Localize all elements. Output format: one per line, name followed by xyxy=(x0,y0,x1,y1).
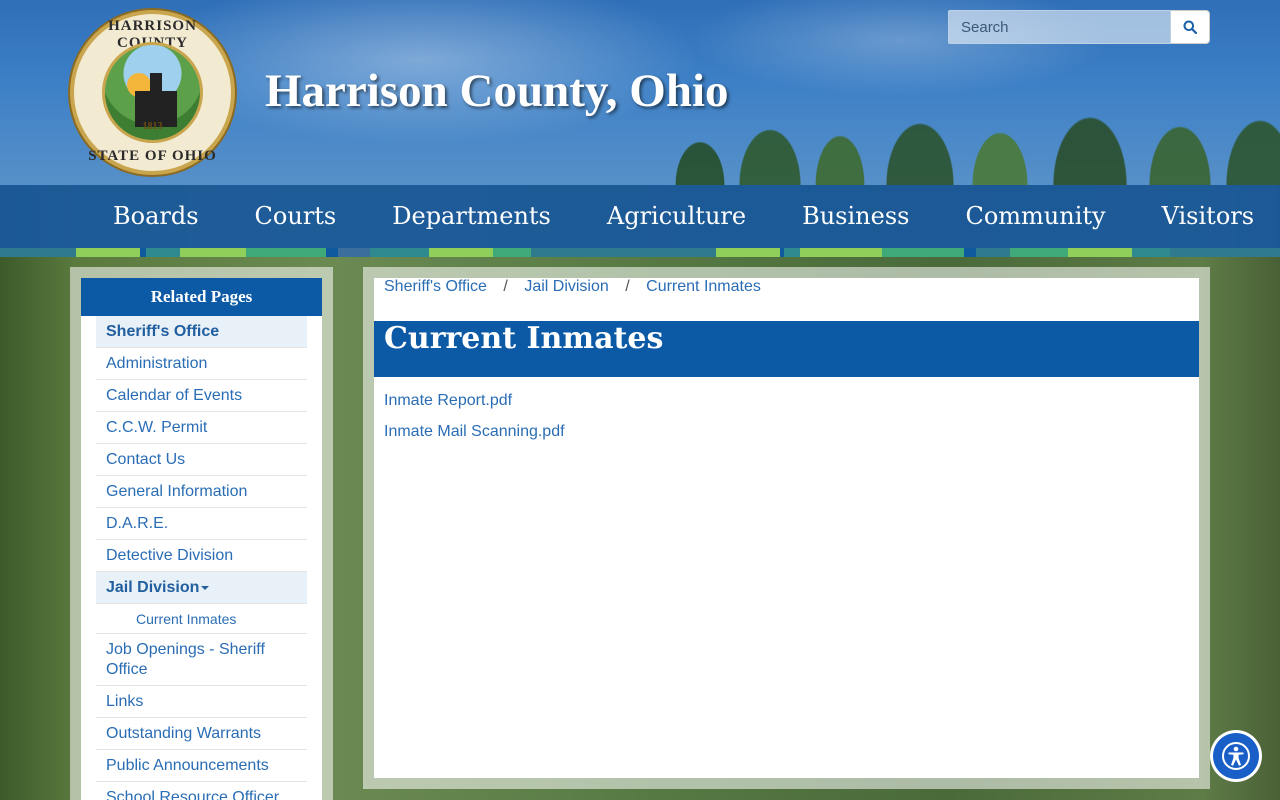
sidebar-item-links[interactable]: Links xyxy=(96,686,307,718)
sidebar-item-outstanding-warrants[interactable]: Outstanding Warrants xyxy=(96,718,307,750)
search-button[interactable] xyxy=(1171,10,1210,44)
search-icon xyxy=(1183,20,1197,34)
header-background-trees xyxy=(660,65,1280,185)
nav-item-boards[interactable]: Boards xyxy=(85,185,227,248)
accessibility-icon xyxy=(1222,742,1250,770)
sidebar-item-label: Jail Division xyxy=(106,579,200,596)
main-nav: Boards Courts Departments Agriculture Bu… xyxy=(0,185,1280,248)
sidebar-item-school-resource-officer[interactable]: School Resource Officer xyxy=(96,782,307,800)
nav-item-community[interactable]: Community xyxy=(937,185,1133,248)
sidebar-subitem-current-inmates[interactable]: Current Inmates xyxy=(96,604,307,634)
search-bar xyxy=(948,10,1210,44)
nav-item-visitors[interactable]: Visitors xyxy=(1134,185,1280,248)
breadcrumb-separator: / xyxy=(625,278,630,295)
main-content: Sheriff's Office / Jail Division / Curre… xyxy=(363,267,1210,789)
site-header: HARRISON COUNTY 1813 STATE OF OHIO Harri… xyxy=(0,0,1280,185)
sidebar-item-public-announcements[interactable]: Public Announcements xyxy=(96,750,307,782)
breadcrumb: Sheriff's Office / Jail Division / Curre… xyxy=(374,278,1199,321)
sidebar-item-job-openings[interactable]: Job Openings - Sheriff Office xyxy=(96,634,307,686)
accessibility-ring xyxy=(1213,733,1259,779)
document-link-inmate-mail-scanning[interactable]: Inmate Mail Scanning.pdf xyxy=(384,416,1189,447)
search-input[interactable] xyxy=(948,10,1171,44)
caret-down-icon xyxy=(201,585,210,590)
document-list: Inmate Report.pdf Inmate Mail Scanning.p… xyxy=(374,377,1199,455)
nav-item-departments[interactable]: Departments xyxy=(364,185,579,248)
sidebar-list: Sheriff's Office Administration Calendar… xyxy=(81,316,322,800)
nav-items: Boards Courts Departments Agriculture Bu… xyxy=(85,185,1280,248)
nav-item-agriculture[interactable]: Agriculture xyxy=(579,185,774,248)
sidebar-item-administration[interactable]: Administration xyxy=(96,348,307,380)
nav-item-courts[interactable]: Courts xyxy=(227,185,365,248)
site-title[interactable]: Harrison County, Ohio xyxy=(265,64,729,118)
sidebar-item-general-information[interactable]: General Information xyxy=(96,476,307,508)
seal-center-image: 1813 xyxy=(102,42,203,143)
sidebar-item-detective-division[interactable]: Detective Division xyxy=(96,540,307,572)
sidebar-item-ccw-permit[interactable]: C.C.W. Permit xyxy=(96,412,307,444)
nav-item-business[interactable]: Business xyxy=(774,185,937,248)
sidebar-item-sheriffs-office[interactable]: Sheriff's Office xyxy=(96,316,307,348)
content-panel: Sheriff's Office / Jail Division / Curre… xyxy=(374,278,1199,778)
sidebar: Related Pages Sheriff's Office Administr… xyxy=(70,267,333,800)
accessibility-button[interactable] xyxy=(1210,730,1262,782)
page-title: Current Inmates xyxy=(374,321,1199,377)
sidebar-item-calendar-of-events[interactable]: Calendar of Events xyxy=(96,380,307,412)
breadcrumb-sheriffs-office[interactable]: Sheriff's Office xyxy=(384,278,487,295)
document-link-inmate-report[interactable]: Inmate Report.pdf xyxy=(384,385,1189,416)
sidebar-heading: Related Pages xyxy=(81,278,322,316)
sidebar-panel: Related Pages Sheriff's Office Administr… xyxy=(81,278,322,800)
sidebar-item-dare[interactable]: D.A.R.E. xyxy=(96,508,307,540)
breadcrumb-jail-division[interactable]: Jail Division xyxy=(524,278,608,295)
breadcrumb-separator: / xyxy=(503,278,508,295)
seal-bottom-text: STATE OF OHIO xyxy=(88,148,217,164)
seal-year: 1813 xyxy=(142,121,163,132)
sidebar-item-jail-division[interactable]: Jail Division xyxy=(96,572,307,604)
county-seal-logo[interactable]: HARRISON COUNTY 1813 STATE OF OHIO xyxy=(70,10,235,175)
color-stripe xyxy=(0,248,1280,257)
sidebar-item-contact-us[interactable]: Contact Us xyxy=(96,444,307,476)
breadcrumb-current-inmates[interactable]: Current Inmates xyxy=(646,278,761,295)
